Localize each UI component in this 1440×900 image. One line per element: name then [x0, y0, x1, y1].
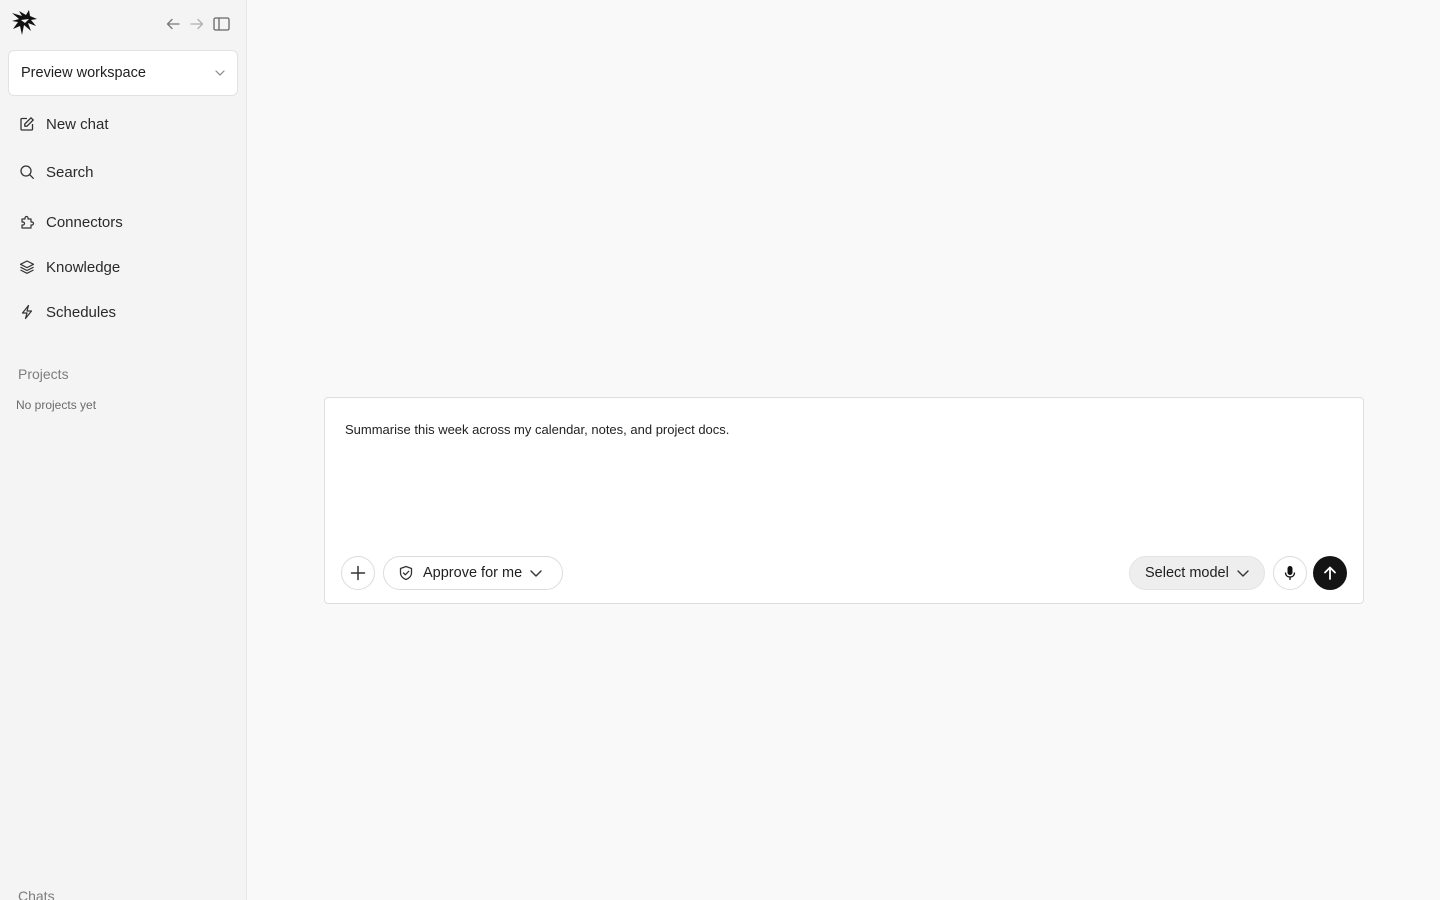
prompt-input[interactable]: Summarise this week across my calendar, …	[345, 422, 729, 437]
approval-mode-dropdown[interactable]: Approve for me	[383, 556, 563, 590]
shield-check-icon	[399, 565, 413, 581]
plus-icon	[350, 565, 366, 581]
back-arrow-icon[interactable]	[164, 14, 182, 34]
approval-mode-label: Approve for me	[423, 565, 523, 581]
forward-arrow-icon[interactable]	[188, 14, 206, 34]
edit-icon	[18, 116, 35, 133]
projects-empty-note: No projects yet	[16, 398, 97, 412]
sidebar-item-label: Knowledge	[46, 258, 121, 276]
lightning-icon	[18, 304, 35, 321]
voice-input-button[interactable]	[1273, 556, 1307, 590]
layers-icon	[18, 259, 35, 276]
sidebar-item-label: New chat	[46, 115, 109, 133]
model-select-label: Select model	[1145, 565, 1229, 581]
add-attachment-button[interactable]	[341, 556, 375, 590]
microphone-icon	[1284, 566, 1296, 580]
projects-heading: Projects	[18, 366, 69, 382]
model-select-dropdown[interactable]: Select model	[1129, 556, 1265, 590]
sidebar-item-search[interactable]: Search	[8, 155, 238, 189]
send-button[interactable]	[1313, 556, 1347, 590]
history-nav	[164, 14, 230, 34]
arrow-up-icon	[1324, 566, 1336, 580]
chevron-down-icon	[530, 569, 542, 577]
sidebar-item-connectors[interactable]: Connectors	[8, 205, 238, 239]
sidebar-toggle-icon[interactable]	[212, 14, 230, 34]
sidebar-item-new-chat[interactable]: New chat	[8, 107, 238, 141]
puzzle-icon	[18, 214, 35, 231]
sidebar-item-label: Schedules	[46, 303, 117, 321]
sidebar: Preview workspace New chat Search Connec…	[0, 0, 247, 900]
search-icon	[18, 164, 35, 181]
sidebar-item-schedules[interactable]: Schedules	[8, 295, 238, 329]
workspace-selector[interactable]: Preview workspace	[8, 50, 238, 96]
chevron-down-icon	[215, 70, 225, 76]
chat-composer[interactable]: Summarise this week across my calendar, …	[324, 397, 1364, 604]
dragon-logo-icon[interactable]	[9, 7, 41, 39]
sidebar-item-label: Search	[46, 163, 94, 181]
chats-heading: Chats	[18, 888, 55, 900]
chevron-down-icon	[1237, 569, 1249, 577]
sidebar-item-knowledge[interactable]: Knowledge	[8, 250, 238, 284]
workspace-label: Preview workspace	[21, 65, 146, 81]
sidebar-item-label: Connectors	[46, 213, 123, 231]
